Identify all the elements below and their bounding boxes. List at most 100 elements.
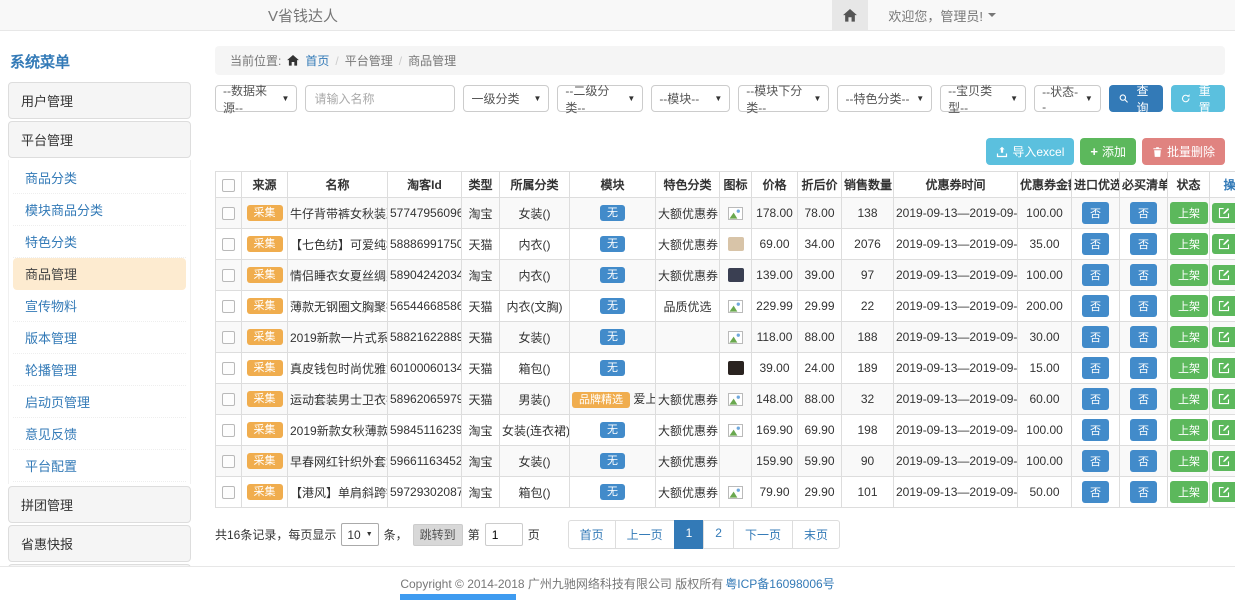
must-buy-cell: 否 (1120, 415, 1168, 446)
search-button[interactable]: 查询 (1109, 85, 1163, 112)
status-toggle[interactable]: 上架 (1170, 326, 1208, 348)
sidebar-item-link[interactable]: 特色分类 (13, 226, 186, 258)
edit-button[interactable] (1212, 451, 1235, 471)
sidebar-item-link[interactable]: 平台配置 (13, 450, 186, 482)
discount-price-cell: 24.00 (798, 353, 842, 384)
sidebar-section-item[interactable]: 省惠快报 (8, 525, 191, 562)
pager-button-1[interactable]: 1 (674, 520, 705, 549)
import-select-toggle[interactable]: 否 (1082, 481, 1109, 503)
edit-button[interactable] (1212, 234, 1235, 254)
per-page-select[interactable]: 10 ▼ (341, 523, 378, 546)
home-button[interactable] (832, 0, 868, 30)
edit-button[interactable] (1212, 265, 1235, 285)
import-select-toggle[interactable]: 否 (1082, 388, 1109, 410)
filter-select[interactable]: --宝贝类型--▼ (940, 85, 1026, 112)
feature-cell: 大额优惠券 (656, 229, 720, 260)
filter-select[interactable]: --模块下分类--▼ (738, 85, 829, 112)
import-select-toggle[interactable]: 否 (1082, 357, 1109, 379)
edit-button[interactable] (1212, 420, 1235, 440)
sidebar-item-link[interactable]: 意见反馈 (13, 418, 186, 450)
status-cell: 上架 (1168, 353, 1210, 384)
name-filter-input[interactable] (305, 85, 455, 112)
status-toggle[interactable]: 上架 (1170, 450, 1208, 472)
filter-select[interactable]: --状态--▼ (1034, 85, 1101, 112)
import-select-cell: 否 (1072, 384, 1120, 415)
edit-button[interactable] (1212, 296, 1235, 316)
sidebar-section-item[interactable]: 用户管理 (8, 82, 191, 119)
batch-delete-button[interactable]: 批量删除 (1142, 138, 1225, 165)
add-button[interactable]: + 添加 (1080, 138, 1136, 165)
pager-button-末页[interactable]: 末页 (792, 520, 840, 549)
row-checkbox[interactable] (222, 424, 235, 437)
import-select-toggle[interactable]: 否 (1082, 326, 1109, 348)
must-buy-toggle[interactable]: 否 (1130, 388, 1157, 410)
row-checkbox[interactable] (222, 455, 235, 468)
must-buy-toggle[interactable]: 否 (1130, 450, 1157, 472)
edit-button[interactable] (1212, 327, 1235, 347)
import-excel-button[interactable]: 导入excel (986, 138, 1074, 165)
must-buy-cell: 否 (1120, 260, 1168, 291)
row-checkbox[interactable] (222, 207, 235, 220)
page-number-input[interactable] (485, 523, 523, 546)
edit-button[interactable] (1212, 203, 1235, 223)
filter-select[interactable]: 一级分类▼ (463, 85, 549, 112)
sidebar-item-link[interactable]: 版本管理 (13, 322, 186, 354)
status-toggle[interactable]: 上架 (1170, 481, 1208, 503)
sidebar-section-item[interactable]: 拼团管理 (8, 486, 191, 523)
pager-button-首页[interactable]: 首页 (568, 520, 616, 549)
user-menu[interactable]: 欢迎您，管理员! (868, 6, 1010, 25)
must-buy-toggle[interactable]: 否 (1130, 419, 1157, 441)
status-toggle[interactable]: 上架 (1170, 264, 1208, 286)
row-checkbox[interactable] (222, 393, 235, 406)
edit-button[interactable] (1212, 389, 1235, 409)
must-buy-toggle[interactable]: 否 (1130, 295, 1157, 317)
sidebar-item-link[interactable]: 模块商品分类 (13, 194, 186, 226)
must-buy-toggle[interactable]: 否 (1130, 264, 1157, 286)
must-buy-toggle[interactable]: 否 (1130, 481, 1157, 503)
pager-button-2[interactable]: 2 (703, 520, 734, 549)
status-toggle[interactable]: 上架 (1170, 419, 1208, 441)
row-checkbox[interactable] (222, 300, 235, 313)
must-buy-toggle[interactable]: 否 (1130, 326, 1157, 348)
reset-button[interactable]: 重置 (1171, 85, 1225, 112)
must-buy-toggle[interactable]: 否 (1130, 233, 1157, 255)
sidebar-item-link[interactable]: 宣传物料 (13, 290, 186, 322)
sidebar-item-active[interactable]: 商品管理 (13, 258, 186, 290)
status-toggle[interactable]: 上架 (1170, 233, 1208, 255)
sidebar-item-link[interactable]: 启动页管理 (13, 386, 186, 418)
edit-button[interactable] (1212, 358, 1235, 378)
jump-button[interactable]: 跳转到 (413, 524, 463, 546)
status-toggle[interactable]: 上架 (1170, 295, 1208, 317)
status-toggle[interactable]: 上架 (1170, 388, 1208, 410)
row-checkbox[interactable] (222, 362, 235, 375)
import-select-toggle[interactable]: 否 (1082, 233, 1109, 255)
filter-select[interactable]: --模块--▼ (651, 85, 730, 112)
select-all-checkbox[interactable] (222, 179, 235, 192)
filter-select[interactable]: --数据来源--▼ (215, 85, 297, 112)
icp-link[interactable]: 粤ICP备16098006号 (725, 575, 834, 592)
edit-button[interactable] (1212, 482, 1235, 502)
filter-select[interactable]: --二级分类--▼ (557, 85, 643, 112)
must-buy-toggle[interactable]: 否 (1130, 202, 1157, 224)
import-select-toggle[interactable]: 否 (1082, 450, 1109, 472)
row-checkbox[interactable] (222, 331, 235, 344)
status-toggle[interactable]: 上架 (1170, 202, 1208, 224)
import-select-toggle[interactable]: 否 (1082, 264, 1109, 286)
filter-select[interactable]: --特色分类--▼ (837, 85, 932, 112)
pager-button-下一页[interactable]: 下一页 (733, 520, 793, 549)
row-checkbox[interactable] (222, 486, 235, 499)
sidebar-item-link[interactable]: 轮播管理 (13, 354, 186, 386)
import-select-toggle[interactable]: 否 (1082, 419, 1109, 441)
pager-button-上一页[interactable]: 上一页 (615, 520, 675, 549)
import-select-toggle[interactable]: 否 (1082, 295, 1109, 317)
breadcrumb-home-link[interactable]: 首页 (305, 52, 329, 69)
must-buy-toggle[interactable]: 否 (1130, 357, 1157, 379)
import-select-cell: 否 (1072, 353, 1120, 384)
sidebar-item-link[interactable]: 商品分类 (13, 162, 186, 194)
status-toggle[interactable]: 上架 (1170, 357, 1208, 379)
row-checkbox[interactable] (222, 238, 235, 251)
import-select-toggle[interactable]: 否 (1082, 202, 1109, 224)
row-checkbox[interactable] (222, 269, 235, 282)
sidebar-section-item[interactable]: 平台管理 (8, 121, 191, 158)
column-header: 折后价 (798, 172, 842, 198)
